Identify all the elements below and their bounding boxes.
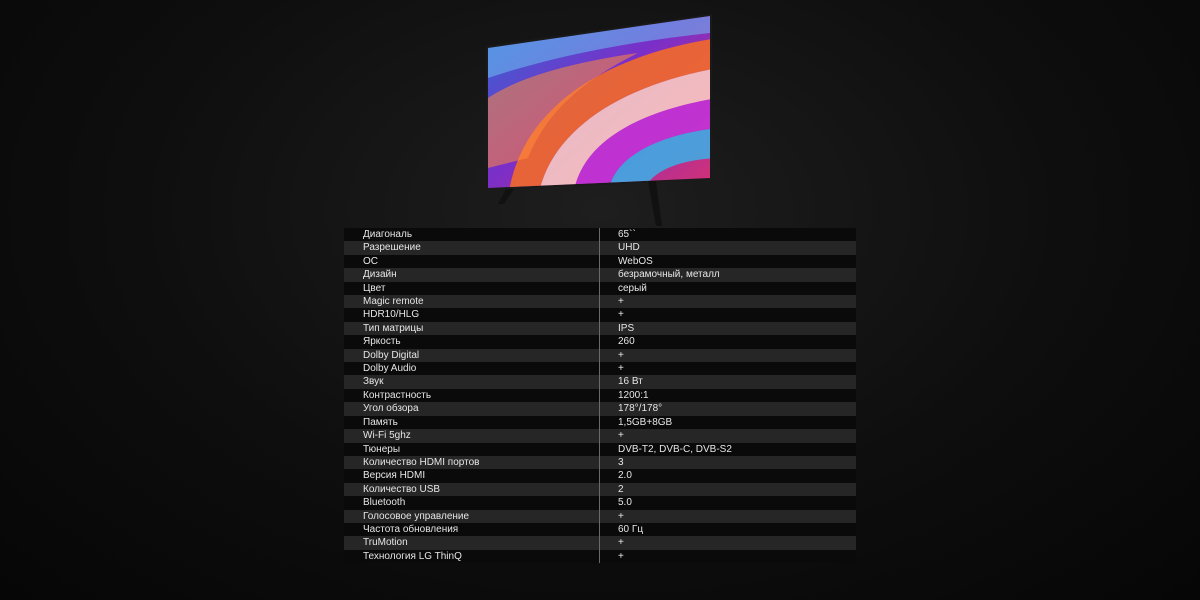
spec-name: Версия HDMI	[344, 469, 600, 483]
spec-value: +	[599, 295, 856, 309]
spec-row: Тип матрицы IPS	[344, 321, 856, 336]
spec-row: Magic remote +	[344, 295, 856, 309]
spec-name: Частота обновления	[344, 522, 600, 537]
spec-row: Количество USB 2	[344, 482, 856, 497]
spec-row: Яркость 260	[344, 335, 856, 349]
spec-name: Технология LG ThinQ	[344, 549, 600, 564]
spec-name: Дизайн	[344, 268, 600, 282]
spec-value: WebOS	[599, 254, 856, 269]
spec-row: Память 1,5GB+8GB	[344, 415, 856, 430]
spec-row: Разрешение UHD	[344, 241, 856, 255]
spec-value: 2	[599, 482, 856, 497]
spec-value: 178°/178°	[599, 402, 856, 416]
spec-row: HDR10/HLG +	[344, 308, 856, 322]
spec-name: Dolby Digital	[344, 348, 600, 363]
spec-row: Частота обновления 60 Гц	[344, 522, 856, 537]
spec-value: +	[599, 348, 856, 363]
spec-row: Версия HDMI 2.0	[344, 469, 856, 483]
spec-row: Количество HDMI портов 3	[344, 455, 856, 470]
spec-name: ОС	[344, 254, 600, 269]
spec-value: +	[599, 429, 856, 443]
spec-value: 2.0	[599, 469, 856, 483]
spec-value: +	[599, 536, 856, 550]
spec-value: DVB-T2, DVB-C, DVB-S2	[599, 442, 856, 456]
spec-value: 260	[599, 335, 856, 349]
spec-name: Угол обзора	[344, 402, 600, 416]
spec-row: ОС WebOS	[344, 254, 856, 269]
spec-row: TruMotion +	[344, 536, 856, 550]
spec-value: 16 Вт	[599, 375, 856, 389]
spec-name: HDR10/HLG	[344, 308, 600, 322]
spec-name: Dolby Audio	[344, 362, 600, 376]
spec-value: безрамочный, металл	[599, 268, 856, 282]
spec-value: серый	[599, 281, 856, 296]
spec-row: Bluetooth 5.0	[344, 496, 856, 510]
spec-row: Тюнеры DVB-T2, DVB-C, DVB-S2	[344, 442, 856, 456]
spec-name: Тип матрицы	[344, 321, 600, 336]
spec-name: Цвет	[344, 281, 600, 296]
spec-row: Дизайн безрамочный, металл	[344, 268, 856, 282]
spec-row: Цвет серый	[344, 281, 856, 296]
spec-value: 3	[599, 455, 856, 470]
spec-row: Угол обзора 178°/178°	[344, 402, 856, 416]
spec-name: Количество USB	[344, 482, 600, 497]
spec-value: +	[599, 509, 856, 523]
spec-name: Контрастность	[344, 388, 600, 403]
spec-name: TruMotion	[344, 536, 600, 550]
spec-value: +	[599, 308, 856, 322]
spec-value: +	[599, 362, 856, 376]
spec-value: 65``	[599, 228, 856, 242]
spec-name: Magic remote	[344, 295, 600, 309]
spec-name: Количество HDMI портов	[344, 455, 600, 470]
spec-name: Разрешение	[344, 241, 600, 255]
spec-row: Контрастность 1200:1	[344, 388, 856, 403]
spec-value: 5.0	[599, 496, 856, 510]
spec-value: 1,5GB+8GB	[599, 415, 856, 430]
spec-row: Звук 16 Вт	[344, 375, 856, 389]
tv-product-image	[486, 14, 712, 226]
spec-row: Wi-Fi 5ghz +	[344, 429, 856, 443]
spec-value: 1200:1	[599, 388, 856, 403]
spec-value: IPS	[599, 321, 856, 336]
spec-name: Диагональ	[344, 228, 600, 242]
spec-name: Bluetooth	[344, 496, 600, 510]
spec-value: +	[599, 549, 856, 564]
spec-row: Диагональ 65``	[344, 228, 856, 242]
spec-value: 60 Гц	[599, 522, 856, 537]
spec-table: Диагональ 65`` Разрешение UHD ОС WebOS Дизайн б…	[344, 228, 856, 564]
spec-row: Dolby Audio +	[344, 362, 856, 376]
spec-name: Wi-Fi 5ghz	[344, 429, 600, 443]
spec-row: Dolby Digital +	[344, 348, 856, 363]
spec-row: Голосовое управление +	[344, 509, 856, 523]
spec-row: Технология LG ThinQ +	[344, 549, 856, 564]
spec-name: Память	[344, 415, 600, 430]
spec-value: UHD	[599, 241, 856, 255]
spec-name: Голосовое управление	[344, 509, 600, 523]
spec-name: Яркость	[344, 335, 600, 349]
spec-name: Звук	[344, 375, 600, 389]
spec-name: Тюнеры	[344, 442, 600, 456]
